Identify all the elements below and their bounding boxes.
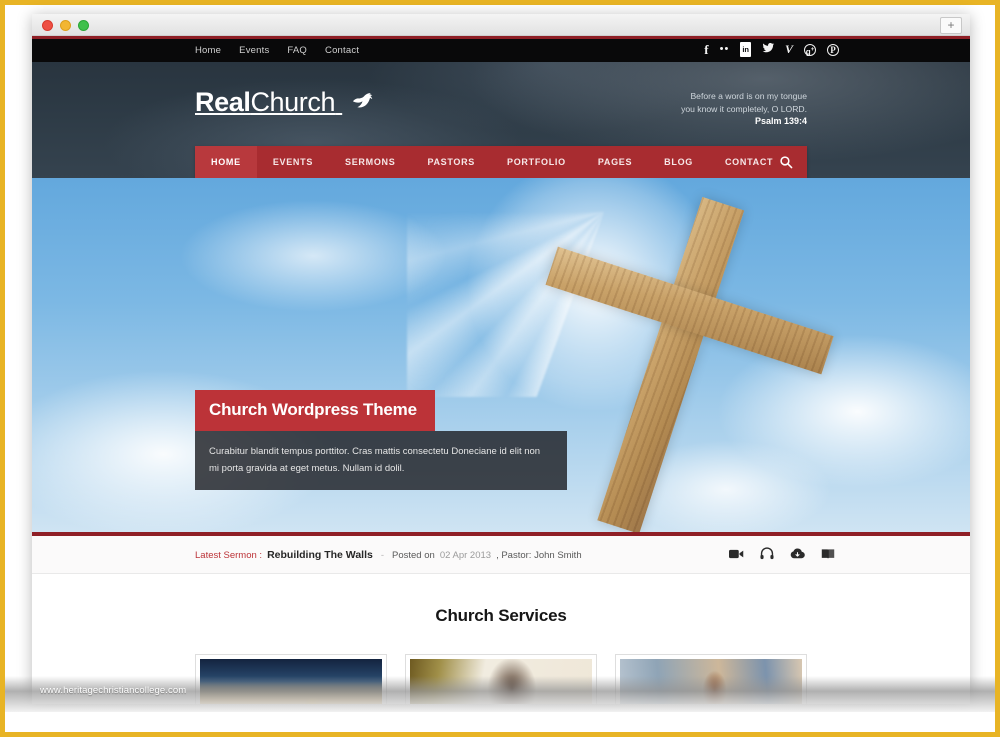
utility-topbar: Home Events FAQ Contact f •• in V g+ P [32, 36, 970, 62]
brand-row: RealChurch Before a word is on my tongue… [195, 62, 807, 154]
nav-item-home[interactable]: HOME [195, 146, 257, 178]
latest-sermon-title[interactable]: Rebuilding The Walls [267, 549, 373, 561]
cross-vertical-beam [597, 196, 744, 532]
pinterest-icon[interactable]: P [827, 43, 839, 56]
verse-line-2: you know it completely, O LORD. [681, 103, 807, 114]
headphones-icon[interactable] [760, 547, 774, 563]
hero-slider[interactable]: Church Wordpress Theme Curabitur blandit… [32, 178, 970, 532]
sermon-meta-separator: - [380, 549, 385, 561]
topnav-item-contact[interactable]: Contact [325, 45, 359, 56]
social-links: f •• in V g+ P [704, 42, 839, 57]
services-heading: Church Services [435, 606, 567, 625]
vimeo-icon[interactable]: V [785, 43, 793, 56]
nav-item-portfolio[interactable]: PORTFOLIO [491, 146, 582, 178]
slide-title: Church Wordpress Theme [195, 390, 435, 431]
twitter-icon[interactable] [762, 42, 775, 57]
nav-item-events[interactable]: EVENTS [257, 146, 329, 178]
nav-item-blog[interactable]: BLOG [648, 146, 709, 178]
window-controls [42, 20, 89, 31]
browser-window: + Home Events FAQ Contact f •• in V g+ P… [32, 14, 970, 704]
cloud-download-icon[interactable] [790, 547, 805, 563]
verse-line-1: Before a word is on my tongue [690, 91, 807, 101]
primary-navigation: HOME EVENTS SERMONS PASTORS PORTFOLIO PA… [195, 146, 807, 178]
sermon-date: 02 Apr 2013 [439, 549, 492, 561]
nav-item-pages[interactable]: PAGES [582, 146, 648, 178]
minimize-window-button[interactable] [60, 20, 71, 31]
bottom-fade-overlay [5, 676, 995, 716]
googleplus-icon[interactable]: g+ [804, 43, 816, 56]
topnav-item-home[interactable]: Home [195, 45, 221, 56]
site-viewport: Home Events FAQ Contact f •• in V g+ P R… [32, 36, 970, 704]
slide-description: Curabitur blandit tempus porttitor. Cras… [195, 431, 567, 490]
browser-titlebar: + [32, 14, 970, 36]
video-camera-icon[interactable] [729, 548, 744, 563]
utility-nav: Home Events FAQ Contact [195, 45, 359, 56]
latest-sermon-label: Latest Sermon : [195, 549, 263, 561]
nav-item-sermons[interactable]: SERMONS [329, 146, 411, 178]
slide-caption: Church Wordpress Theme Curabitur blandit… [195, 390, 567, 490]
new-tab-button[interactable]: + [940, 17, 962, 34]
linkedin-icon[interactable]: in [740, 42, 751, 57]
bottom-white-strip [5, 712, 995, 732]
flickr-icon[interactable]: •• [720, 43, 730, 56]
topnav-item-events[interactable]: Events [239, 45, 269, 56]
sermon-posted-prefix: Posted on [392, 549, 435, 561]
topnav-item-faq[interactable]: FAQ [287, 45, 307, 56]
nav-item-pastors[interactable]: PASTORS [411, 146, 491, 178]
sermon-pastor: , Pastor: John Smith [496, 549, 582, 561]
close-window-button[interactable] [42, 20, 53, 31]
verse-reference: Psalm 139:4 [754, 116, 807, 126]
zoom-window-button[interactable] [78, 20, 89, 31]
watermark-text: www.heritagechristiancollege.com [40, 685, 187, 696]
latest-sermon-bar: Latest Sermon : Rebuilding The Walls - P… [32, 536, 970, 574]
nav-item-contact[interactable]: CONTACT [709, 146, 789, 178]
logo-text-light: Church [250, 87, 336, 117]
dove-icon [351, 86, 377, 116]
search-icon[interactable] [779, 146, 793, 178]
book-icon[interactable] [821, 548, 835, 563]
site-header: Home Events FAQ Contact f •• in V g+ P R… [32, 36, 970, 178]
sermon-media-icons [729, 547, 835, 563]
logo-text-bold: Real [195, 87, 251, 117]
site-logo[interactable]: RealChurch [195, 86, 377, 117]
facebook-icon[interactable]: f [704, 43, 708, 56]
header-verse: Before a word is on my tongue you know i… [681, 90, 807, 128]
